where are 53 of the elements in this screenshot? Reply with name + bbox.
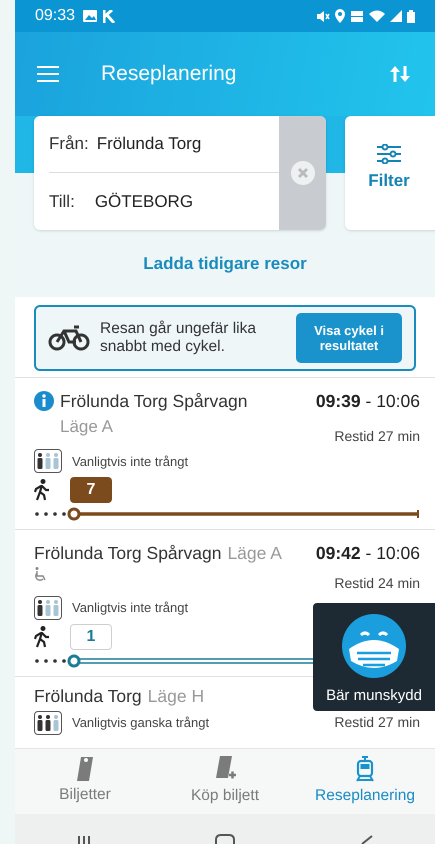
crowding-text: Vanligtvis inte trångt (72, 598, 188, 617)
walking-icon (34, 626, 50, 648)
info-icon[interactable] (34, 391, 54, 412)
trip-card[interactable]: Frölunda Torg Spårvagn Läge A 09:39 - 10:06 Restid 27 min Vanligtvis inte trångt 7 (15, 377, 435, 530)
filter-icon (377, 144, 401, 164)
line-number: 7 (70, 477, 112, 504)
home-icon[interactable] (214, 834, 235, 844)
load-earlier-link[interactable]: Ladda tidigare resor (143, 250, 307, 276)
stop-position: Läge A (60, 416, 114, 438)
to-field[interactable]: Till: GÖTEBORG (49, 173, 279, 230)
recents-icon[interactable] (76, 834, 92, 844)
from-label: Från: (49, 133, 89, 156)
location-icon (335, 9, 345, 23)
mute-icon (316, 10, 330, 22)
to-value: GÖTEBORG (94, 190, 194, 213)
status-time: 09:33 (35, 6, 76, 26)
nav-tab[interactable]: Köp biljett (155, 749, 295, 814)
trip-time: 09:39 - 10:06 (316, 390, 420, 413)
swap-icon[interactable] (389, 64, 411, 84)
bicycle-icon (48, 325, 90, 351)
line-number: 1 (70, 624, 112, 650)
walking-icon (34, 479, 50, 502)
app-title: Reseplanering (101, 61, 236, 88)
clear-icon (290, 161, 314, 185)
filter-button[interactable]: Filter (345, 116, 435, 230)
travel-time: Restid 24 min (334, 574, 420, 592)
stop-position: Läge H (148, 684, 204, 708)
to-label: Till: (49, 190, 75, 213)
wifi-icon (369, 10, 385, 22)
nav-tab[interactable]: Biljetter (15, 749, 155, 814)
app-k-icon (103, 10, 116, 22)
tooltip-text: Bär munskydd (326, 686, 422, 706)
gallery-icon (83, 10, 98, 22)
stop-name: Frölunda Torg (34, 684, 142, 708)
stop-position: Läge A (227, 542, 282, 566)
from-value: Frölunda Torg (96, 133, 202, 156)
menu-icon[interactable] (37, 66, 59, 82)
bike-message: Resan går ungefär lika snabbt med cykel. (100, 320, 257, 356)
trip-time: 09:42 - 10:06 (316, 542, 420, 566)
face-mask-icon (341, 613, 407, 679)
crowding-text: Vanligtvis ganska trångt (72, 714, 210, 732)
show-bike-button[interactable]: Visa cykel i resultatet (296, 313, 402, 363)
travel-time: Restid 27 min (334, 713, 420, 732)
ticket-icon (75, 756, 95, 781)
crowding-text: Vanligtvis inte trångt (72, 452, 188, 471)
tram-icon (355, 756, 375, 782)
wheelchair-icon (34, 566, 48, 580)
battery-icon (407, 10, 415, 22)
stop-name: Frölunda Torg Spårvagn (60, 390, 248, 413)
stop-name: Frölunda Torg Spårvagn (34, 542, 222, 566)
signal-icon (390, 10, 402, 22)
nav-tab[interactable]: Reseplanering (295, 749, 435, 814)
travel-time: Restid 27 min (334, 427, 420, 446)
